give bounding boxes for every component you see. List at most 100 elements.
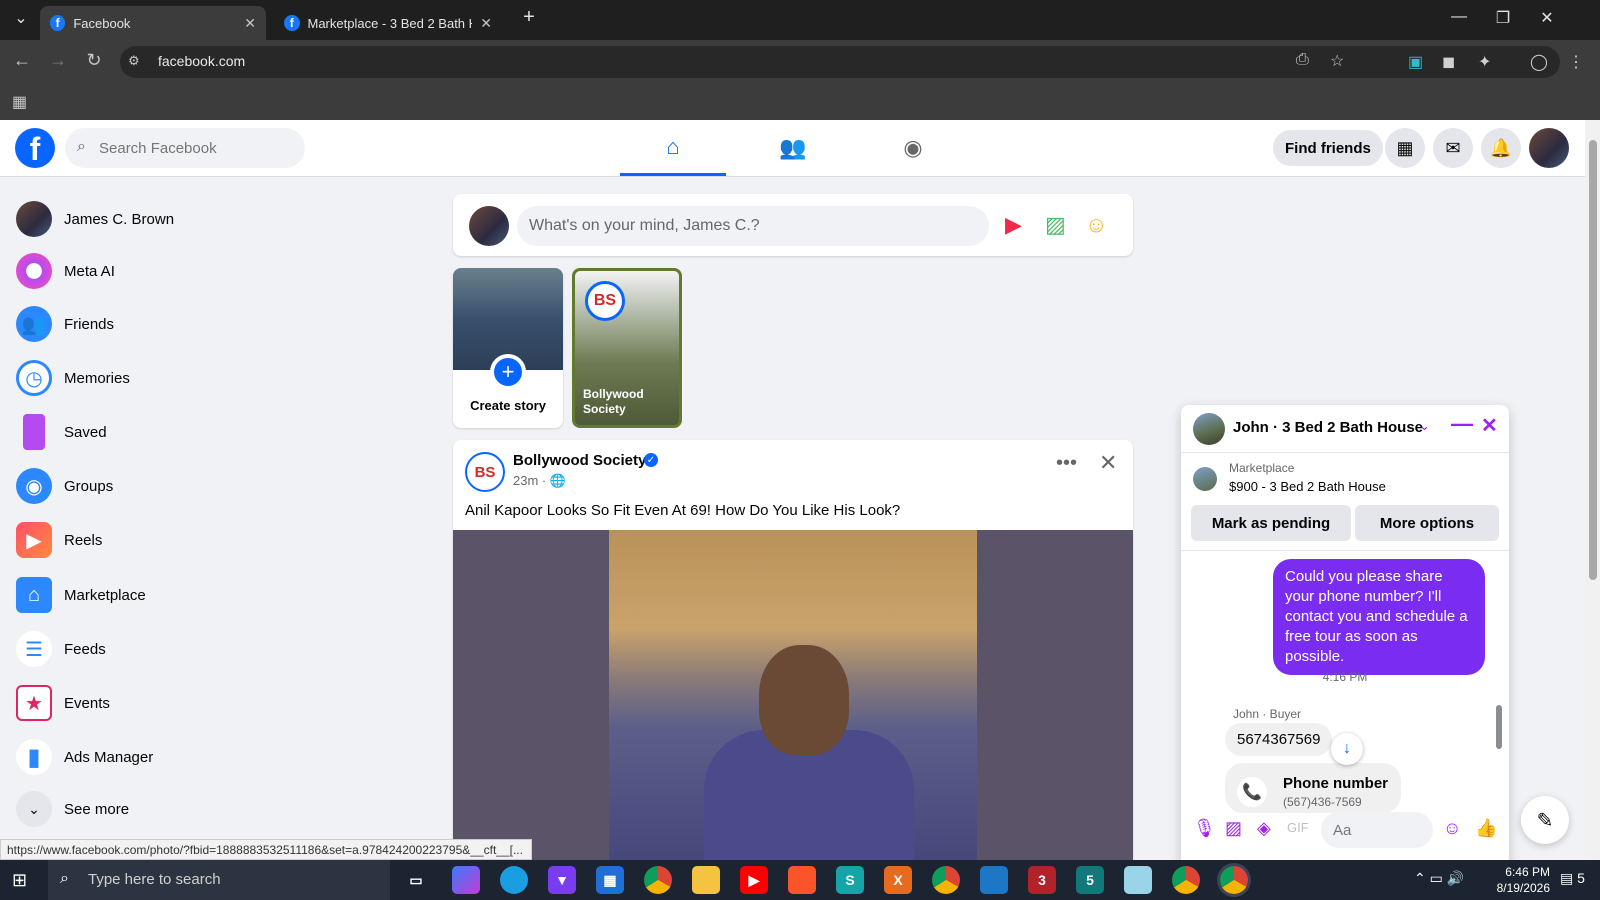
post-author[interactable]: Bollywood Society (513, 452, 646, 469)
post-author-logo[interactable]: BS (465, 452, 505, 492)
edge-icon[interactable] (500, 866, 528, 894)
photo-video-icon[interactable]: ▨ (1045, 212, 1066, 238)
tab-home[interactable]: ⌂ (620, 120, 726, 176)
new-tab-button[interactable]: + (514, 6, 544, 29)
feeling-icon[interactable]: ☺ (1085, 212, 1107, 238)
site-info-icon[interactable]: ⚙ (128, 53, 140, 69)
scrollbar-thumb[interactable] (1589, 140, 1597, 580)
story-card[interactable]: BS Bollywood Society (572, 268, 682, 428)
app-s-icon[interactable]: S (836, 866, 864, 894)
app-badge-icon[interactable]: 3 (1028, 866, 1056, 894)
message-input[interactable] (1321, 812, 1433, 848)
close-tab-icon[interactable]: ✕ (244, 15, 256, 32)
install-app-icon[interactable]: ⎙ (1296, 51, 1309, 69)
page-scrollbar[interactable] (1585, 120, 1600, 860)
avatar[interactable] (469, 206, 509, 246)
brave-icon[interactable] (788, 866, 816, 894)
apps-grid-icon[interactable]: ▦ (12, 92, 27, 112)
system-tray-icons[interactable]: ⌃ ▭ 🔊 (1414, 870, 1464, 887)
photo-icon[interactable]: ▨ (1225, 818, 1242, 839)
copilot-icon[interactable] (452, 866, 480, 894)
sidebar-item-marketplace[interactable]: ⌂ Marketplace (8, 571, 408, 619)
new-message-button[interactable]: ✎ (1521, 796, 1569, 844)
back-button[interactable]: ← (10, 50, 34, 71)
facebook-search[interactable]: ⌕ (65, 128, 305, 168)
sidebar-item-profile[interactable]: James C. Brown (8, 195, 408, 243)
notification-center-icon[interactable]: ▤ 5 (1560, 870, 1585, 887)
composer-input[interactable]: What's on your mind, James C.? (517, 206, 989, 246)
marketplace-listing-banner[interactable]: Marketplace $900 - 3 Bed 2 Bath House (1193, 461, 1503, 497)
taskbar-search[interactable]: ⌕ Type here to search (48, 860, 390, 900)
facebook-logo-icon[interactable]: f (15, 128, 55, 168)
gif-icon[interactable]: GIF (1287, 820, 1309, 835)
address-url[interactable]: facebook.com (158, 53, 245, 69)
close-tab-icon[interactable]: ✕ (480, 15, 492, 32)
chat-messages[interactable]: Could you please share your phone number… (1181, 550, 1509, 813)
menu-grid-button[interactable]: ▦ (1385, 128, 1425, 168)
extensions-puzzle-icon[interactable]: ✦ (1478, 52, 1491, 72)
scroll-to-bottom-button[interactable]: ↓ (1331, 733, 1363, 765)
sidebar-item-memories[interactable]: ◷ Memories (8, 354, 408, 402)
tab-marketplace[interactable]: f Marketplace - 3 Bed 2 Bath Hou ✕ (274, 6, 502, 40)
chrome-profile-icon[interactable] (932, 866, 960, 894)
emoji-icon[interactable]: ☺ (1443, 818, 1461, 839)
app-badge-icon[interactable]: 5 (1076, 866, 1104, 894)
more-options-button[interactable]: More options (1355, 505, 1499, 541)
minimize-window-button[interactable]: — (1444, 8, 1474, 26)
taskbar-clock[interactable]: 6:46 PM 8/19/2026 (1488, 864, 1550, 896)
sidebar-item-see-more[interactable]: ⌄ See more (8, 785, 408, 833)
sidebar-item-meta-ai[interactable]: Meta AI (8, 247, 408, 295)
sidebar-item-ads-manager[interactable]: ▮ Ads Manager (8, 733, 408, 781)
app-x-icon[interactable]: X (884, 866, 912, 894)
scrollbar-thumb[interactable] (1496, 705, 1502, 749)
menu-kebab-icon[interactable]: ⋮ (1568, 52, 1584, 72)
plus-icon[interactable]: + (490, 354, 526, 390)
live-video-icon[interactable]: ▶ (1005, 212, 1022, 238)
chrome-active-icon[interactable] (1220, 866, 1248, 894)
vscode-icon[interactable] (980, 866, 1008, 894)
mark-as-pending-button[interactable]: Mark as pending (1191, 505, 1351, 541)
sidebar-item-events[interactable]: ★ Events (8, 679, 408, 727)
microphone-icon[interactable]: 🎙 (1193, 818, 1216, 839)
sidebar-item-feeds[interactable]: ☰ Feeds (8, 625, 408, 673)
close-window-button[interactable]: ✕ (1532, 8, 1562, 28)
reload-button[interactable]: ↻ (82, 50, 106, 71)
notes-app-icon[interactable] (1124, 866, 1152, 894)
forward-button[interactable]: → (46, 50, 70, 71)
tab-friends[interactable]: 👥 (740, 120, 846, 176)
bookmark-star-icon[interactable]: ☆ (1330, 51, 1344, 71)
chrome-icon[interactable] (644, 866, 672, 894)
file-explorer-icon[interactable] (692, 866, 720, 894)
windows-start-icon[interactable]: ⊞ (12, 870, 32, 890)
post-hide-button[interactable]: ✕ (1099, 450, 1117, 476)
notifications-button[interactable]: 🔔 (1481, 128, 1521, 168)
messenger-button[interactable]: ✉ (1433, 128, 1473, 168)
search-input[interactable] (99, 128, 299, 168)
task-view-icon[interactable]: ▭ (402, 866, 430, 894)
post-media[interactable] (453, 530, 1133, 860)
chrome-icon[interactable] (1172, 866, 1200, 894)
sidebar-item-saved[interactable]: Saved (8, 408, 408, 456)
sidebar-item-reels[interactable]: ▶ Reels (8, 516, 408, 564)
minimize-chat-button[interactable]: — (1451, 411, 1473, 437)
address-bar[interactable]: ⚙ facebook.com ⎙ ☆ (120, 46, 1560, 78)
chevron-down-icon[interactable]: ⌄ (1419, 418, 1430, 434)
find-friends-button[interactable]: Find friends (1273, 130, 1383, 166)
chat-header[interactable]: John · 3 Bed 2 Bath House ⌄ — ✕ (1181, 405, 1509, 453)
chat-scrollbar[interactable] (1496, 557, 1502, 787)
tab-search-icon[interactable]: ⌄ (6, 8, 36, 28)
extension-icon[interactable]: ▣ (1408, 52, 1423, 72)
profile-icon[interactable]: ◯ (1530, 52, 1548, 72)
post-timestamp[interactable]: 23m · 🌐 (513, 473, 566, 489)
create-story-card[interactable]: + Create story (453, 268, 563, 428)
post-photo[interactable] (609, 530, 977, 860)
account-avatar[interactable] (1529, 128, 1569, 168)
sidebar-item-groups[interactable]: ◉ Groups (8, 462, 408, 510)
sidebar-item-friends[interactable]: 👥 Friends (8, 300, 408, 348)
close-chat-button[interactable]: ✕ (1481, 413, 1498, 438)
profile-extension-icon[interactable]: ◼ (1442, 52, 1455, 72)
chat-title[interactable]: John · 3 Bed 2 Bath House (1233, 419, 1423, 436)
youtube-icon[interactable]: ▶ (740, 866, 768, 894)
sticker-icon[interactable]: ◈ (1257, 818, 1271, 839)
post-more-options-button[interactable]: ••• (1056, 452, 1077, 475)
